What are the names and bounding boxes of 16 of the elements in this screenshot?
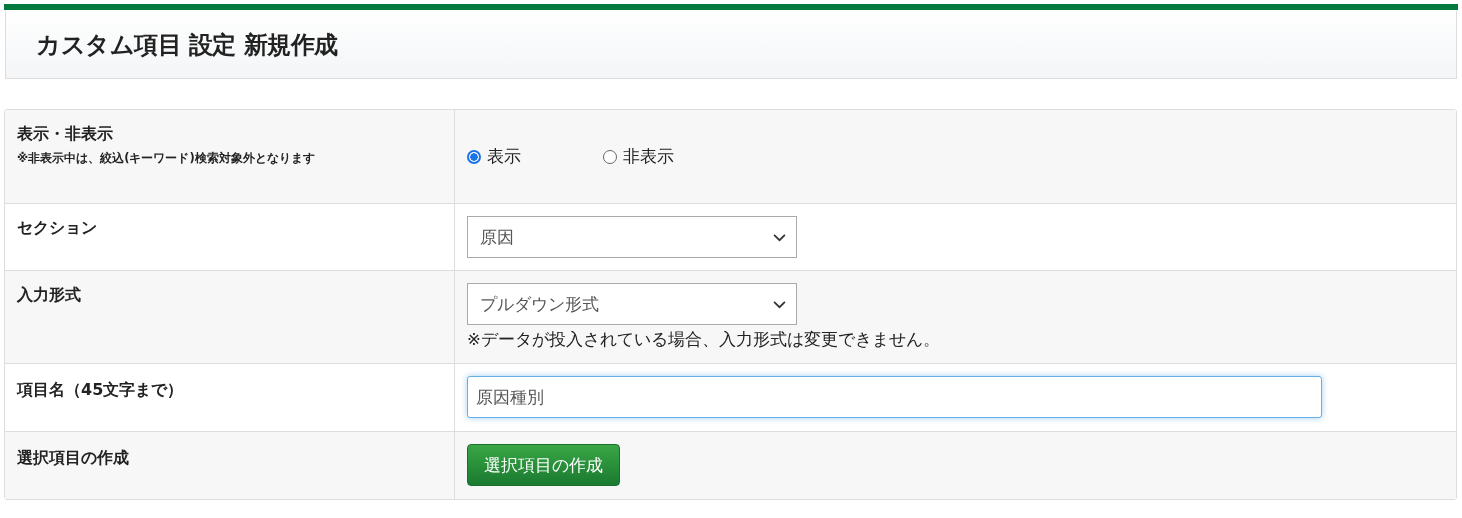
- chevron-down-icon: [773, 299, 786, 309]
- dropdown[interactable]: プルダウン形式: [467, 283, 797, 325]
- field-label: 項目名（45文字まで）: [17, 380, 185, 401]
- field-label: 表示・非表示: [17, 124, 114, 145]
- page-title: カスタム項目 設定 新規作成: [36, 29, 338, 61]
- field-label: 入力形式: [17, 285, 82, 306]
- field-label: セクション: [17, 218, 98, 239]
- text-input[interactable]: 原因種別: [467, 376, 1322, 418]
- field-note: ※非表示中は、絞込(キーワード)検索対象外となります: [17, 151, 316, 166]
- chevron-down-icon: [773, 232, 786, 242]
- help-text: ※データが投入されている場合、入力形式は変更できません。: [467, 329, 940, 351]
- create-button[interactable]: 選択項目の作成: [467, 444, 620, 486]
- radio-option[interactable]: 表示: [467, 145, 521, 168]
- radio-option[interactable]: 非表示: [603, 145, 674, 168]
- field-label: 選択項目の作成: [17, 448, 130, 469]
- dropdown[interactable]: 原因: [467, 216, 797, 258]
